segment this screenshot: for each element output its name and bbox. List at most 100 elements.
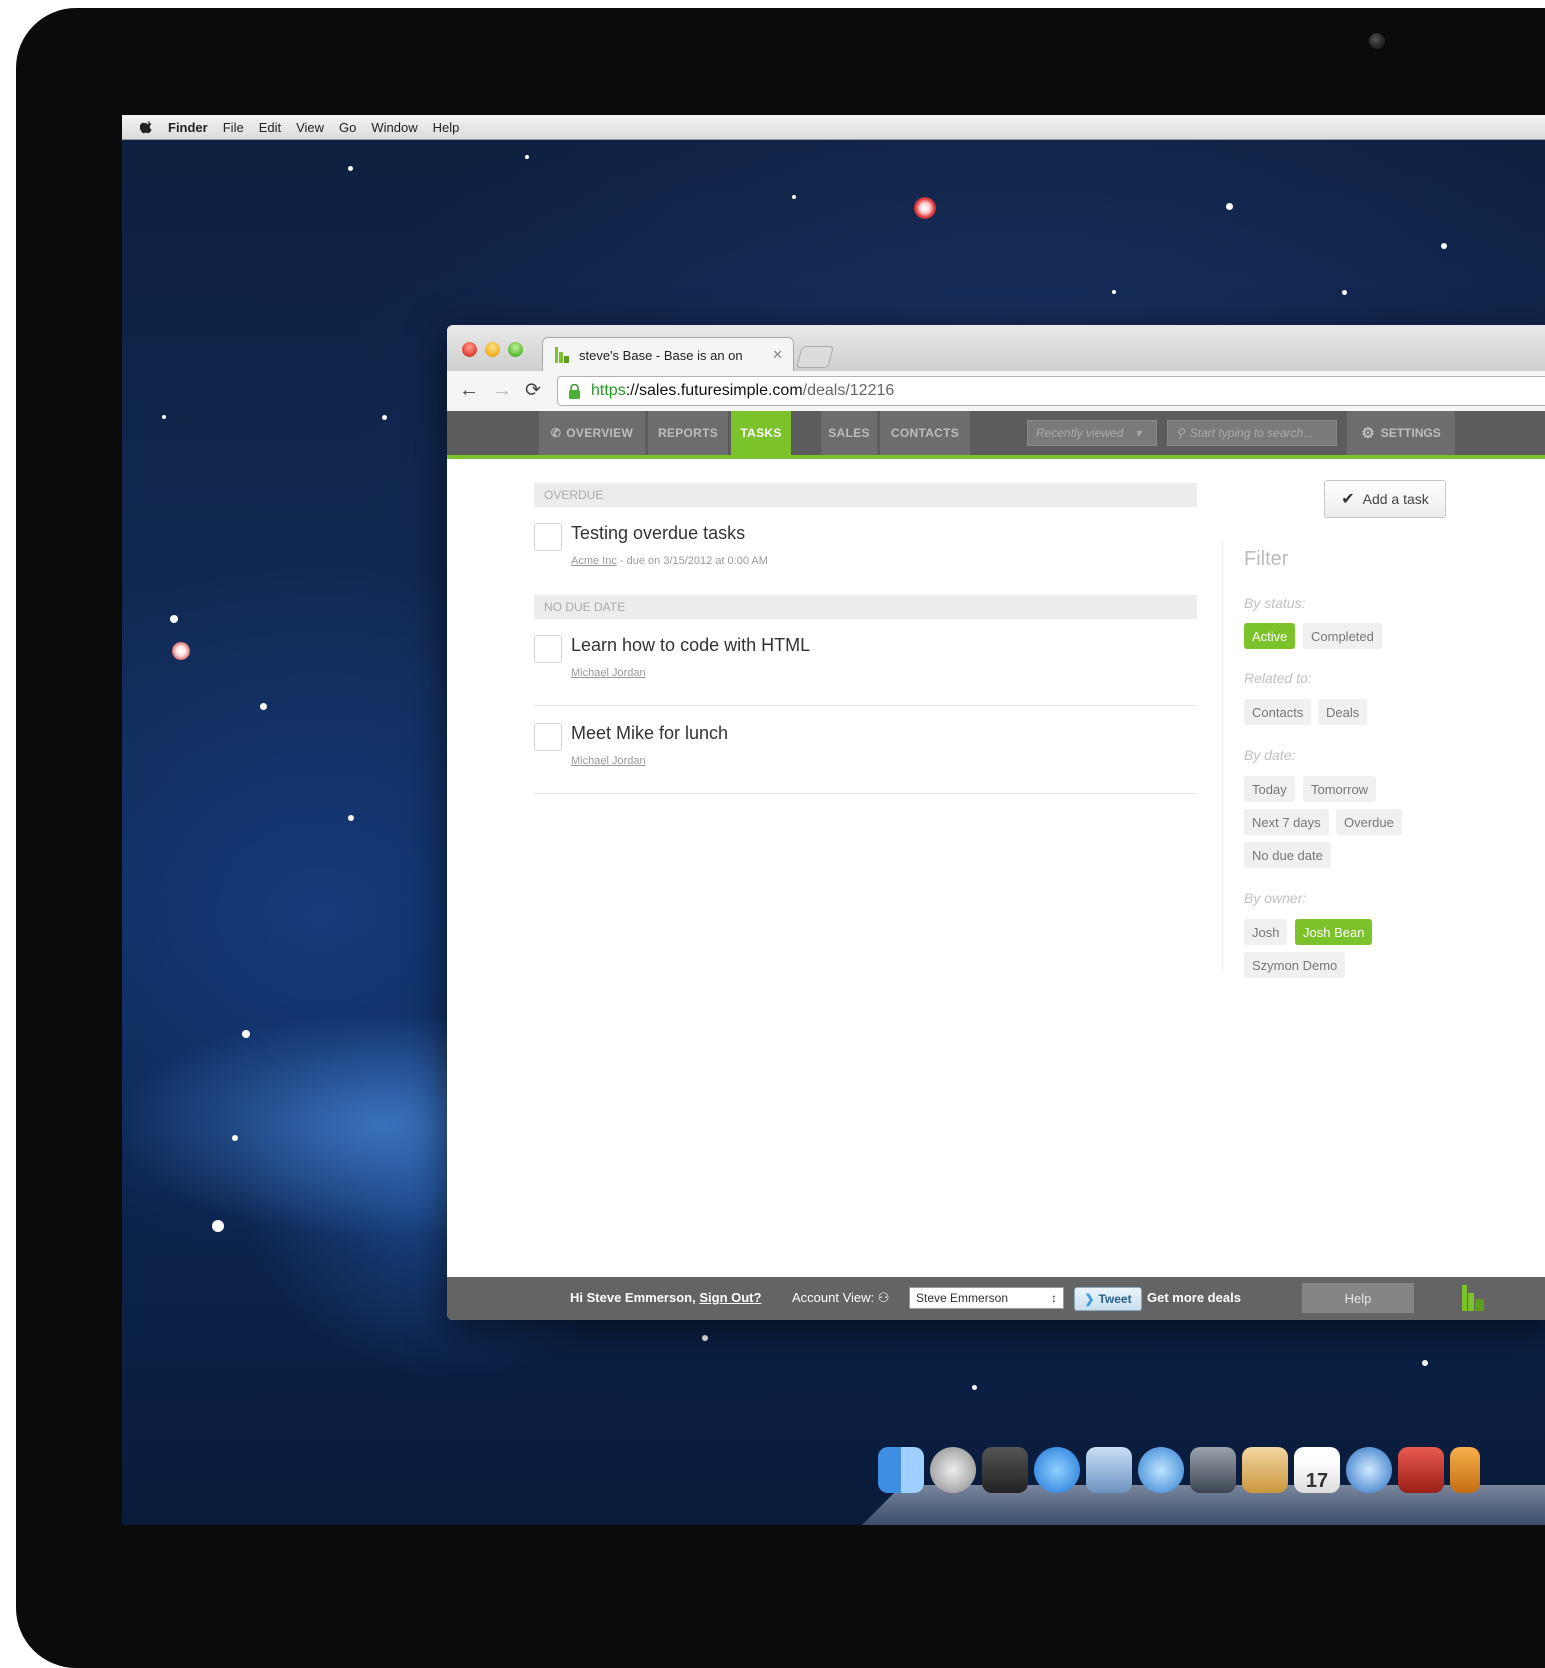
footer-greeting: Hi Steve Emmerson, Sign Out? bbox=[570, 1290, 761, 1305]
task-title[interactable]: Learn how to code with HTML bbox=[571, 635, 810, 656]
filter-date-no-due-date[interactable]: No due date bbox=[1244, 842, 1331, 868]
menu-window[interactable]: Window bbox=[371, 120, 417, 135]
photo-booth-icon[interactable] bbox=[1398, 1447, 1444, 1493]
facetime-icon[interactable] bbox=[1190, 1447, 1236, 1493]
account-select[interactable]: Steve Emmerson ↕ bbox=[909, 1287, 1064, 1309]
search-input[interactable]: ⚲ Start typing to search... bbox=[1167, 420, 1337, 446]
finder-icon[interactable] bbox=[878, 1447, 924, 1493]
star bbox=[382, 415, 387, 420]
address-toolbar: ← → ⟳ https://sales.futuresimple.com/dea… bbox=[447, 371, 1545, 412]
base-logo-icon bbox=[555, 347, 569, 363]
filter-status-active[interactable]: Active bbox=[1244, 623, 1296, 649]
filter-date-overdue[interactable]: Overdue bbox=[1336, 809, 1402, 835]
users-icon: ⚇ bbox=[877, 1290, 890, 1305]
tab-contacts[interactable]: CONTACTS bbox=[880, 411, 970, 455]
star bbox=[172, 642, 190, 660]
tab-tasks[interactable]: TASKS bbox=[731, 411, 791, 455]
tab-overview[interactable]: ✆ OVERVIEW bbox=[539, 411, 645, 455]
star bbox=[212, 1220, 224, 1232]
contacts-icon[interactable] bbox=[1242, 1447, 1288, 1493]
star bbox=[162, 415, 166, 419]
mission-control-icon[interactable] bbox=[982, 1447, 1028, 1493]
menu-help[interactable]: Help bbox=[433, 120, 460, 135]
task-related-link[interactable]: Michael Jordan bbox=[571, 755, 646, 767]
phone-icon: ✆ bbox=[550, 426, 562, 440]
filter-owner-josh-bean[interactable]: Josh Bean bbox=[1295, 919, 1373, 945]
get-more-deals-link[interactable]: Get more deals bbox=[1147, 1290, 1241, 1305]
close-tab-icon[interactable]: ✕ bbox=[772, 347, 783, 363]
zoom-window-button[interactable] bbox=[508, 342, 523, 357]
search-placeholder: Start typing to search... bbox=[1189, 426, 1314, 440]
task-meta: Michael Jordan bbox=[571, 755, 646, 767]
section-header-overdue: OVERDUE bbox=[534, 483, 1197, 507]
search-icon: ⚲ bbox=[1176, 426, 1185, 440]
task-checkbox[interactable] bbox=[534, 523, 562, 551]
menu-finder[interactable]: Finder bbox=[168, 120, 208, 135]
recently-viewed-dropdown[interactable]: Recently viewed ▾ bbox=[1027, 420, 1157, 446]
url-field[interactable]: https://sales.futuresimple.com/deals/122… bbox=[557, 376, 1545, 406]
account-view-label: Account View: ⚇ bbox=[792, 1290, 889, 1306]
new-tab-button[interactable] bbox=[796, 346, 834, 368]
star bbox=[702, 1335, 708, 1341]
twitter-bird-icon: ❯ bbox=[1084, 1292, 1095, 1306]
star bbox=[1441, 243, 1447, 249]
reload-icon[interactable]: ⟳ bbox=[525, 379, 541, 402]
recently-viewed-label: Recently viewed bbox=[1036, 426, 1124, 440]
filter-status-completed[interactable]: Completed bbox=[1303, 623, 1382, 649]
star bbox=[1112, 290, 1116, 294]
account-select-value: Steve Emmerson bbox=[916, 1291, 1009, 1305]
desktop-screen: Finder File Edit View Go Window Help ste… bbox=[122, 115, 1545, 1525]
star bbox=[792, 195, 796, 199]
safari-icon[interactable] bbox=[1138, 1447, 1184, 1493]
app-icon[interactable] bbox=[1450, 1447, 1480, 1493]
task-title[interactable]: Testing overdue tasks bbox=[571, 523, 745, 544]
minimize-window-button[interactable] bbox=[485, 342, 500, 357]
help-button[interactable]: Help bbox=[1302, 1283, 1414, 1313]
itunes-icon[interactable] bbox=[1346, 1447, 1392, 1493]
menu-view[interactable]: View bbox=[296, 120, 324, 135]
mac-dock: 17 bbox=[862, 1415, 1545, 1525]
task-related-link[interactable]: Michael Jordan bbox=[571, 667, 646, 679]
calendar-icon[interactable]: 17 bbox=[1294, 1447, 1340, 1493]
filter-owner-josh[interactable]: Josh bbox=[1244, 919, 1288, 945]
back-arrow-icon[interactable]: ← bbox=[459, 379, 479, 402]
task-title[interactable]: Meet Mike for lunch bbox=[571, 723, 728, 744]
filter-date-next-7-days[interactable]: Next 7 days bbox=[1244, 809, 1329, 835]
task-checkbox[interactable] bbox=[534, 635, 562, 663]
sign-out-link[interactable]: Sign Out? bbox=[699, 1290, 761, 1305]
url-scheme: https bbox=[591, 382, 626, 399]
menu-go[interactable]: Go bbox=[339, 120, 356, 135]
task-related-link[interactable]: Acme Inc bbox=[571, 555, 617, 567]
browser-tab[interactable]: steve's Base - Base is an on ✕ bbox=[542, 337, 794, 372]
star bbox=[1342, 290, 1347, 295]
star bbox=[914, 197, 936, 219]
forward-arrow-icon[interactable]: → bbox=[492, 379, 512, 402]
divider bbox=[534, 705, 1197, 706]
account-view-text: Account View: bbox=[792, 1290, 875, 1305]
mail-icon[interactable] bbox=[1086, 1447, 1132, 1493]
add-task-label: Add a task bbox=[1362, 491, 1429, 507]
filter-owner-szymon-demo[interactable]: Szymon Demo bbox=[1244, 952, 1346, 978]
webcam bbox=[1369, 33, 1385, 49]
menu-file[interactable]: File bbox=[223, 120, 244, 135]
tweet-button[interactable]: ❯ Tweet bbox=[1074, 1287, 1142, 1311]
star bbox=[242, 1030, 250, 1038]
star bbox=[972, 1385, 977, 1390]
apple-icon[interactable] bbox=[140, 120, 154, 134]
star bbox=[1226, 203, 1233, 210]
close-window-button[interactable] bbox=[462, 342, 477, 357]
tab-reports[interactable]: REPORTS bbox=[648, 411, 728, 455]
filter-related-deals[interactable]: Deals bbox=[1318, 699, 1368, 725]
menu-edit[interactable]: Edit bbox=[259, 120, 281, 135]
app-store-icon[interactable] bbox=[1034, 1447, 1080, 1493]
filter-date-today[interactable]: Today bbox=[1244, 776, 1295, 802]
filter-related-contacts[interactable]: Contacts bbox=[1244, 699, 1312, 725]
settings-button[interactable]: ⚙ SETTINGS bbox=[1347, 411, 1455, 455]
launchpad-icon[interactable] bbox=[930, 1447, 976, 1493]
tab-overview-label: OVERVIEW bbox=[566, 426, 634, 440]
task-checkbox[interactable] bbox=[534, 723, 562, 751]
add-task-button[interactable]: ✔ Add a task bbox=[1324, 480, 1446, 518]
filter-date-tomorrow[interactable]: Tomorrow bbox=[1303, 776, 1377, 802]
tab-sales[interactable]: SALES bbox=[821, 411, 877, 455]
star bbox=[348, 815, 354, 821]
